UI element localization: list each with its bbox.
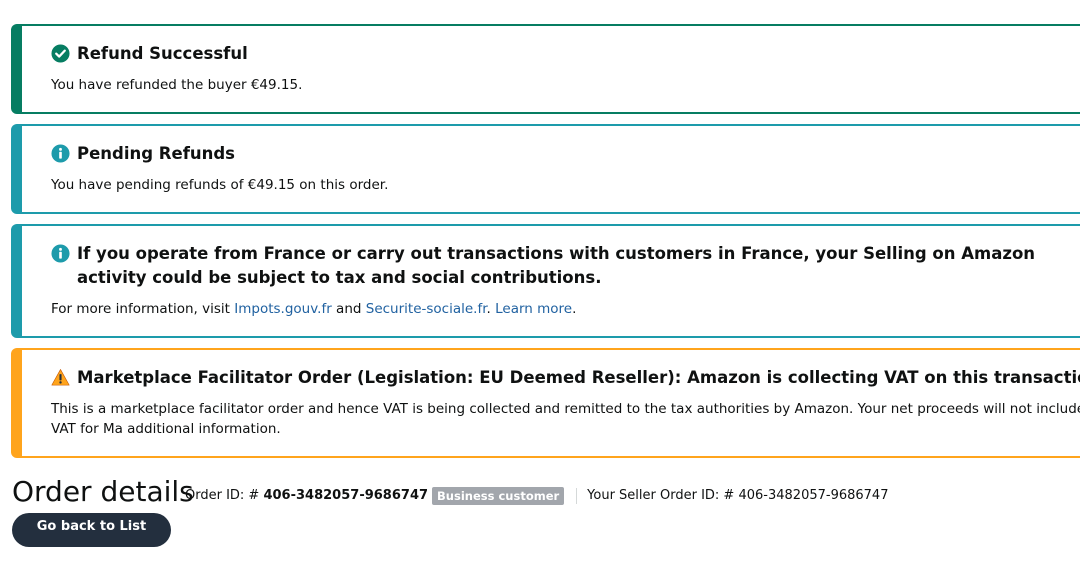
alert-title: If you operate from France or carry out …	[77, 244, 1036, 287]
alert-title: Pending Refunds	[77, 144, 235, 163]
info-icon	[51, 144, 70, 163]
warning-icon	[51, 369, 70, 386]
check-circle-icon	[51, 44, 70, 63]
alert-body: This is a marketplace facilitator order …	[51, 401, 1080, 437]
dot-text: .	[486, 301, 496, 317]
order-id: 406-3482057-9686747	[263, 488, 429, 503]
end-text: .	[572, 301, 577, 317]
seller-order-label: Your Seller Order ID: #	[587, 488, 735, 503]
order-meta: Order ID: # 406-3482057-9686747 Business…	[185, 486, 888, 506]
securite-sociale-link[interactable]: Securite-sociale.fr	[366, 301, 487, 317]
alert-body: You have pending refunds of €49.15 on th…	[51, 177, 389, 193]
order-id-label: Order ID: #	[185, 488, 260, 503]
business-customer-badge: Business customer	[432, 487, 565, 505]
divider	[576, 488, 578, 504]
alert-body: You have refunded the buyer €49.15.	[51, 77, 303, 93]
seller-order-id: 406-3482057-9686747	[738, 488, 889, 503]
alert-body: For more information, visit Impots.gouv.…	[51, 299, 576, 319]
alert-title: Marketplace Facilitator Order (Legislati…	[77, 368, 1080, 387]
refund-success-alert: Refund Successful You have refunded the …	[11, 24, 1080, 114]
back-to-list-orders-button[interactable]: Go back to List Orders	[12, 513, 171, 562]
learn-more-link[interactable]: Learn more	[495, 301, 572, 317]
marketplace-facilitator-alert: Marketplace Facilitator Order (Legislati…	[11, 348, 1080, 458]
pending-refunds-alert: Pending Refunds You have pending refunds…	[11, 124, 1080, 214]
impots-link[interactable]: Impots.gouv.fr	[234, 301, 332, 317]
info-icon	[51, 244, 70, 263]
body-prefix: For more information, visit	[51, 301, 235, 317]
page-title: Order details	[12, 475, 194, 508]
and-text: and	[331, 301, 366, 317]
france-tax-alert: If you operate from France or carry out …	[11, 224, 1080, 338]
alert-title: Refund Successful	[77, 44, 248, 63]
